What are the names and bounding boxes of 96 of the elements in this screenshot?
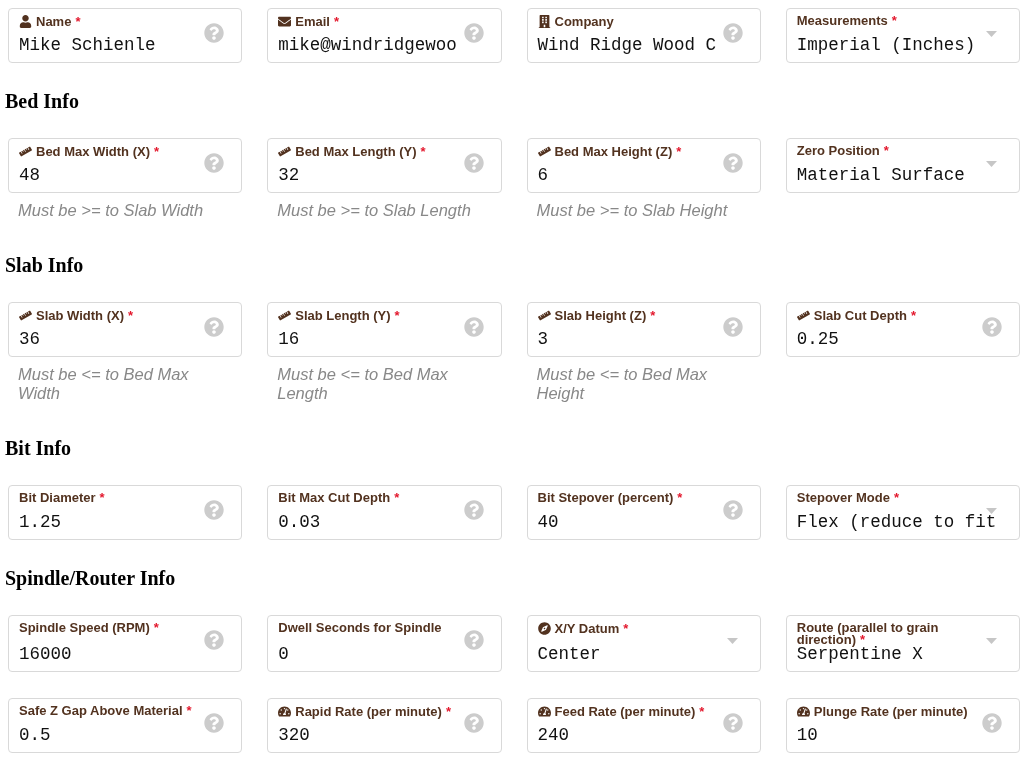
help-icon[interactable] (204, 713, 225, 733)
caret-icon (986, 638, 997, 644)
help-icon[interactable] (463, 317, 484, 337)
input-field[interactable]: Feed Rate (per minute) * 240 (526, 698, 761, 753)
field-label: Bed Max Width (X) * (36, 145, 160, 158)
ruler-icon (278, 309, 292, 322)
input-field[interactable]: Name * Mike Schienle (8, 8, 243, 63)
input-field[interactable]: Bit Diameter * 1.25 (8, 485, 243, 540)
dropdown-field[interactable]: Stepover Mode * Flex (reduce to fit (785, 485, 1020, 540)
ruler-icon (537, 145, 551, 158)
help-icon[interactable] (722, 713, 743, 733)
field-label: Rapid Rate (per minute) * (295, 705, 451, 718)
input-field[interactable]: Company Wind Ridge Wood C (526, 8, 761, 63)
field-label: Email * (295, 15, 339, 28)
input-field[interactable]: Bed Max Length (Y) * 32 (267, 138, 502, 193)
help-icon[interactable] (463, 713, 484, 733)
ruler-icon (19, 309, 32, 322)
building-icon (537, 15, 551, 28)
field-label: Zero Position * (796, 145, 889, 157)
field-label: Slab Height (Z) * (554, 309, 656, 322)
field-label: Spindle Speed (RPM) * (19, 622, 159, 634)
caret-icon (986, 161, 997, 167)
field-label: X/Y Datum * (554, 622, 629, 635)
field-label: Dwell Seconds for Spindle (278, 622, 442, 634)
dropdown-field[interactable]: X/Y Datum * Center (526, 615, 761, 672)
hint-text: Must be <= to Bed Max Length (277, 365, 449, 403)
input-field[interactable]: Dwell Seconds for Spindle 0 (267, 615, 502, 672)
field-label: Company (554, 15, 614, 28)
help-icon[interactable] (463, 153, 484, 173)
ruler-icon (796, 309, 810, 322)
caret-icon (986, 31, 997, 37)
field-label: Bit Max Cut Depth * (278, 492, 400, 504)
help-icon[interactable] (463, 500, 484, 520)
help-icon[interactable] (204, 630, 225, 650)
hint-text: Must be <= to Bed Max Height (536, 365, 709, 403)
help-icon[interactable] (722, 153, 743, 173)
input-field[interactable]: Slab Length (Y) * 16 (267, 302, 502, 357)
help-icon[interactable] (463, 630, 484, 650)
gauge-icon (278, 705, 292, 718)
field-label: Name * (36, 15, 81, 28)
section-heading: Bed Info (5, 89, 80, 113)
hint-text: Must be >= to Slab Width (18, 201, 205, 220)
help-icon[interactable] (722, 317, 743, 337)
help-icon[interactable] (982, 713, 1002, 733)
field-label: Bed Max Length (Y) * (295, 145, 426, 158)
hint-text: Must be <= to Bed Max Width (18, 365, 190, 403)
gauge-icon (796, 705, 810, 718)
help-icon[interactable] (204, 153, 225, 173)
field-label: Bed Max Height (Z) * (554, 145, 682, 158)
input-field[interactable]: Email * mike@windridgewoo (267, 8, 502, 63)
ruler-icon (19, 145, 32, 158)
gauge-icon (537, 705, 551, 718)
field-label: Slab Cut Depth * (813, 309, 916, 322)
ruler-icon (537, 309, 551, 322)
field-label: Feed Rate (per minute) * (554, 705, 705, 718)
hint-text: Must be >= to Slab Height (536, 201, 729, 220)
field-label: Measurements * (796, 15, 897, 27)
help-icon[interactable] (463, 23, 484, 43)
dropdown-field[interactable]: Measurements * Imperial (Inches) (785, 8, 1020, 63)
compass-icon (537, 622, 551, 635)
help-icon[interactable] (204, 317, 225, 337)
input-field[interactable]: Slab Height (Z) * 3 (526, 302, 761, 357)
input-field[interactable]: Bed Max Width (X) * 48 (8, 138, 243, 193)
help-icon[interactable] (722, 500, 743, 520)
dropdown-field[interactable]: Zero Position * Material Surface (785, 138, 1020, 193)
help-icon[interactable] (204, 23, 225, 43)
envelope-icon (278, 15, 292, 28)
hint-text: Must be >= to Slab Length (277, 201, 472, 220)
help-icon[interactable] (982, 317, 1002, 337)
field-label: Bit Stepover (percent) * (537, 492, 683, 504)
ruler-icon (278, 145, 292, 158)
input-field[interactable]: Rapid Rate (per minute) * 320 (267, 698, 502, 753)
input-field[interactable]: Safe Z Gap Above Material * 0.5 (8, 698, 243, 753)
field-label: Plunge Rate (per minute) (813, 705, 968, 718)
input-field[interactable]: Plunge Rate (per minute) 10 (785, 698, 1020, 753)
input-field[interactable]: Bit Max Cut Depth * 0.03 (267, 485, 502, 540)
caret-icon (986, 508, 997, 514)
field-label: Slab Width (X) * (36, 309, 134, 322)
dropdown-field[interactable]: Route (parallel to grain direction) * Serpentine X (785, 615, 1020, 672)
section-heading: Spindle/Router Info (5, 566, 177, 590)
user-icon (19, 15, 32, 28)
help-icon[interactable] (204, 500, 225, 520)
section-heading: Bit Info (5, 436, 73, 460)
input-field[interactable]: Slab Width (X) * 36 (8, 302, 243, 357)
help-icon[interactable] (722, 23, 743, 43)
caret-icon (726, 638, 738, 644)
field-label: Slab Length (Y) * (295, 309, 400, 322)
input-field[interactable]: Bit Stepover (percent) * 40 (526, 485, 761, 540)
input-field[interactable]: Bed Max Height (Z) * 6 (526, 138, 761, 193)
field-label: Route (parallel to grain direction) * (796, 622, 940, 646)
field-label: Safe Z Gap Above Material * (19, 705, 192, 717)
section-heading: Slab Info (5, 253, 85, 277)
input-field[interactable]: Spindle Speed (RPM) * 16000 (8, 615, 243, 672)
field-label: Bit Diameter * (19, 492, 105, 504)
input-field[interactable]: Slab Cut Depth * 0.25 (785, 302, 1020, 357)
field-label: Stepover Mode * (796, 492, 899, 504)
